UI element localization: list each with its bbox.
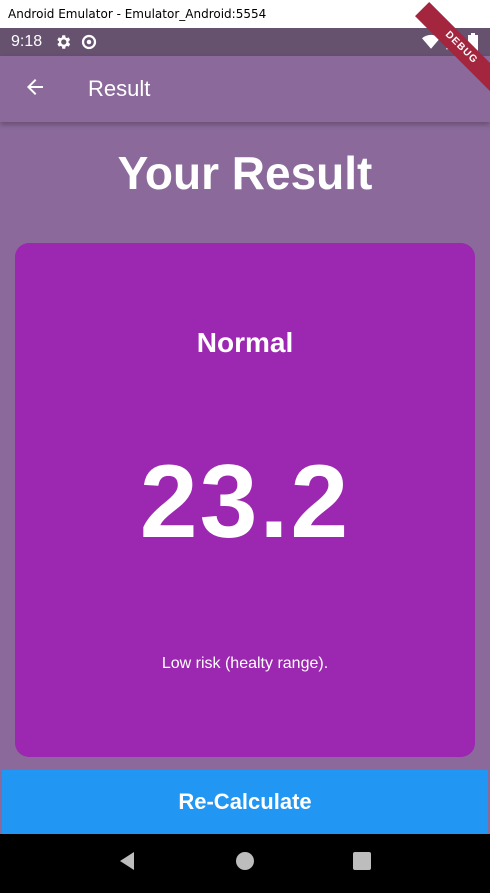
square-recent-icon — [352, 851, 372, 876]
sync-icon — [80, 33, 98, 51]
nav-home-button[interactable] — [230, 849, 260, 879]
arrow-back-icon — [23, 75, 47, 104]
nav-back-button[interactable] — [113, 849, 143, 879]
status-time: 9:18 — [11, 33, 43, 50]
result-status: Normal — [196, 327, 294, 358]
bmi-value: 23.2 — [139, 444, 351, 560]
page-title: Your Result — [117, 147, 373, 199]
result-interpretation: Low risk (healty range). — [161, 655, 329, 672]
gear-icon — [54, 33, 72, 51]
nav-recent-button[interactable] — [347, 849, 377, 879]
phone-screen: 9:18 Result DEBUG Your Result Normal 23.… — [0, 2, 490, 893]
recalculate-button[interactable]: Re-Calculate — [2, 770, 488, 834]
result-card: Normal 23.2 Low risk (healty range). — [15, 243, 475, 757]
circle-home-icon — [235, 851, 255, 876]
triangle-back-icon — [118, 851, 138, 876]
app-bar-title: Result — [88, 76, 151, 101]
app-bar: Result — [0, 56, 490, 122]
status-bar: 9:18 — [0, 28, 490, 56]
back-button[interactable] — [10, 64, 60, 114]
system-nav-bar — [0, 834, 490, 893]
